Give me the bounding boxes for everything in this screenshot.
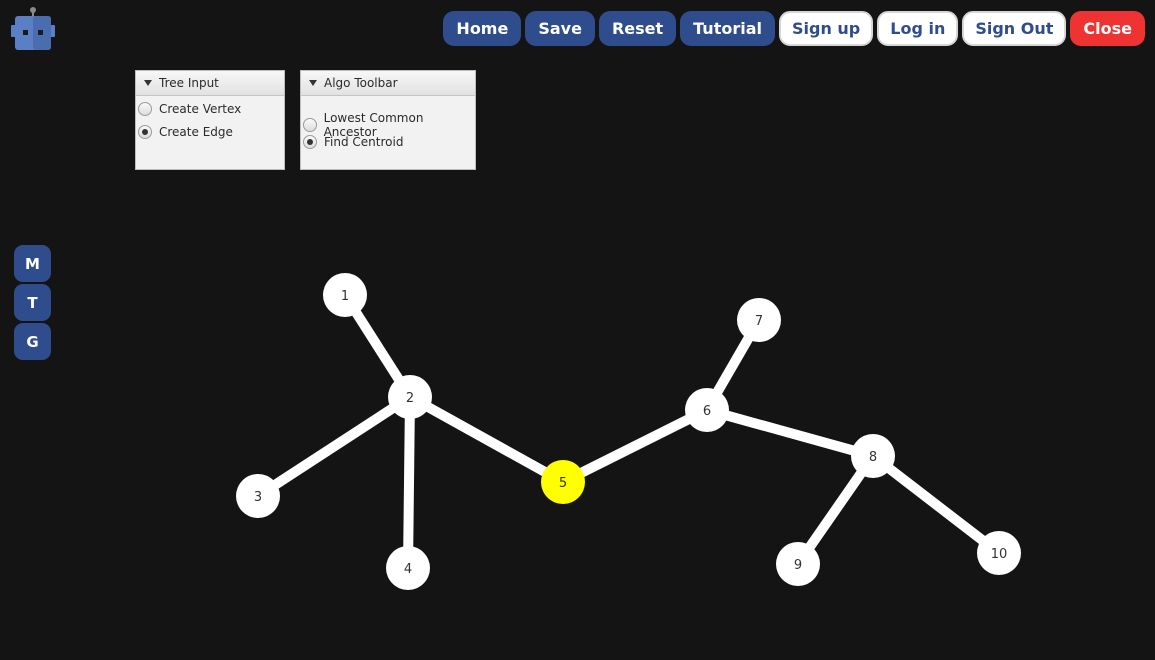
vertex-label: 4 [404, 562, 412, 577]
vertex-label: 2 [406, 391, 414, 406]
vertex-label: 6 [703, 404, 711, 419]
vertex-4[interactable]: 4 [386, 546, 430, 590]
edge-2-5[interactable] [407, 392, 566, 487]
vertex-label: 3 [254, 490, 262, 505]
vertex-6[interactable]: 6 [685, 388, 729, 432]
vertex-3[interactable]: 3 [236, 474, 280, 518]
edge-2-3[interactable] [255, 392, 413, 501]
vertex-8[interactable]: 8 [851, 434, 895, 478]
vertex-2[interactable]: 2 [388, 375, 432, 419]
vertex-10[interactable]: 10 [977, 531, 1021, 575]
edge-5-6[interactable] [560, 405, 710, 487]
vertex-label: 9 [794, 558, 802, 573]
edge-8-10[interactable] [869, 452, 1003, 557]
edge-2-4[interactable] [403, 396, 415, 569]
vertex-label: 8 [869, 450, 877, 465]
vertex-label: 10 [991, 547, 1008, 562]
vertex-7[interactable]: 7 [737, 298, 781, 342]
tree-graph-canvas[interactable]: 1 2 3 4 5 6 7 8 9 10 [0, 0, 1155, 660]
vertex-label: 1 [341, 289, 349, 304]
vertex-label: 7 [755, 314, 763, 329]
vertex-1[interactable]: 1 [323, 273, 367, 317]
edge-6-8[interactable] [705, 405, 875, 461]
vertex-9[interactable]: 9 [776, 542, 820, 586]
vertex-label: 5 [559, 476, 567, 491]
vertex-5[interactable]: 5 [541, 460, 585, 504]
